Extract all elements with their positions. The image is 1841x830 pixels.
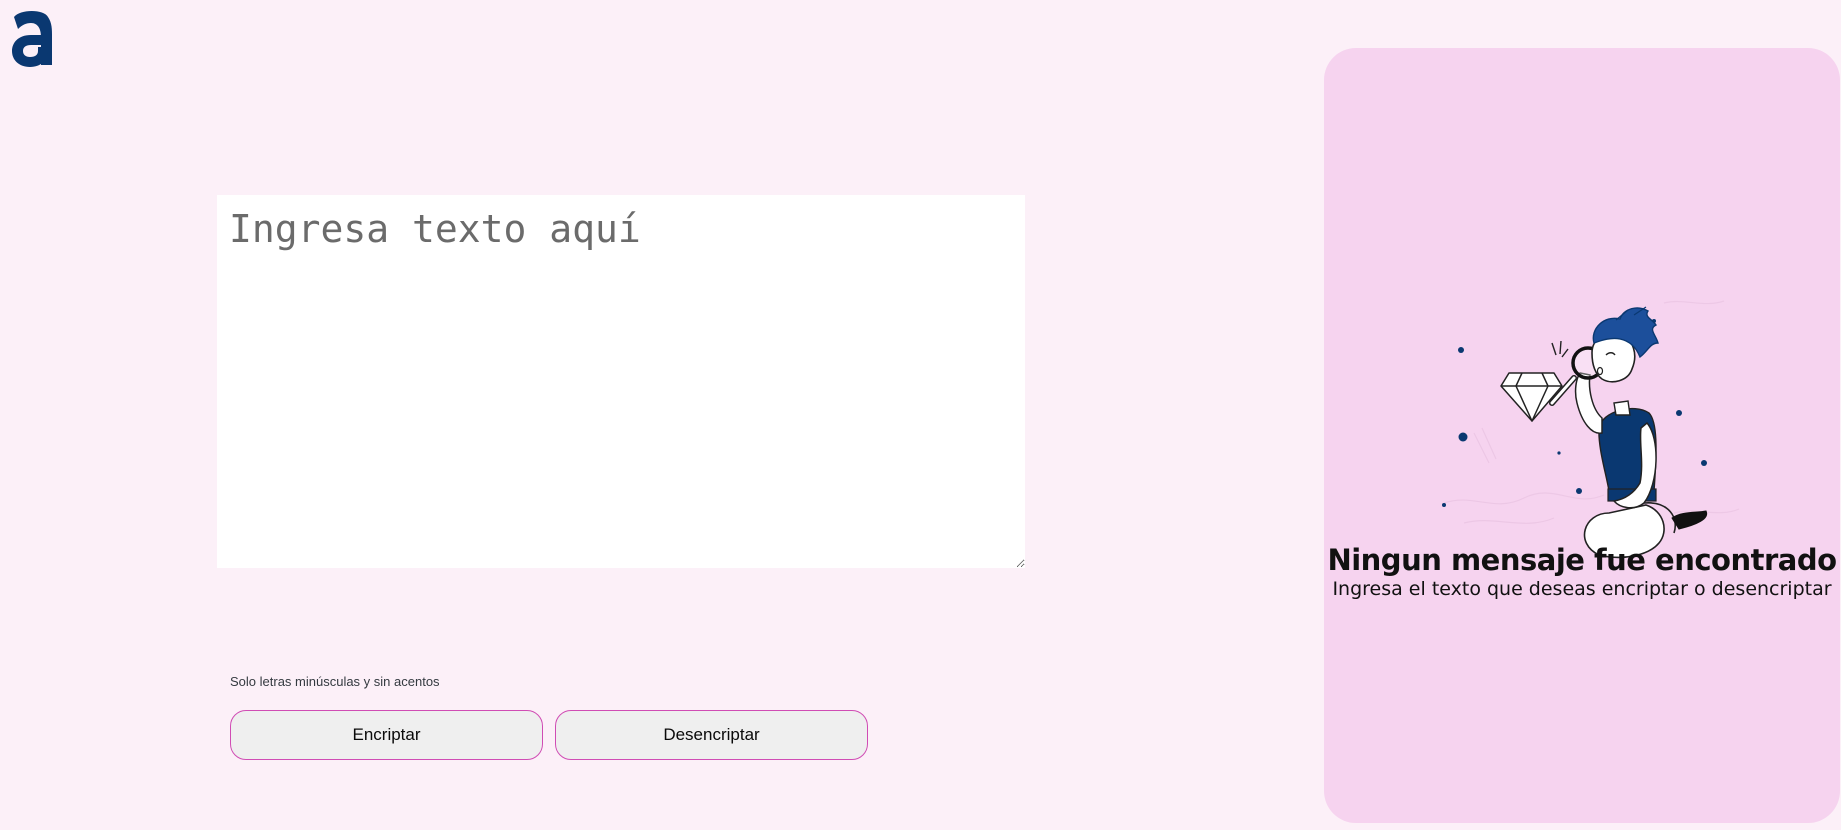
encrypt-button[interactable]: Encriptar xyxy=(230,710,543,760)
hint-text: Solo letras minúsculas y sin acentos xyxy=(230,674,440,689)
text-input[interactable] xyxy=(217,195,1025,568)
page: ⓘ Solo letras minúsculas y sin acentos E… xyxy=(0,0,1841,830)
output-panel: Ningun mensaje fue encontrado Ingresa el… xyxy=(1324,48,1840,823)
hint-row: ⓘ Solo letras minúsculas y sin acentos xyxy=(230,674,440,689)
empty-state-subtitle: Ingresa el texto que deseas encriptar o … xyxy=(1332,578,1832,600)
empty-state-title: Ningun mensaje fue encontrado xyxy=(1327,543,1837,577)
decrypt-button[interactable]: Desencriptar xyxy=(555,710,868,760)
person-with-magnifying-glass-illustration xyxy=(1442,300,1740,559)
alura-a-logo-icon[interactable] xyxy=(10,7,54,69)
